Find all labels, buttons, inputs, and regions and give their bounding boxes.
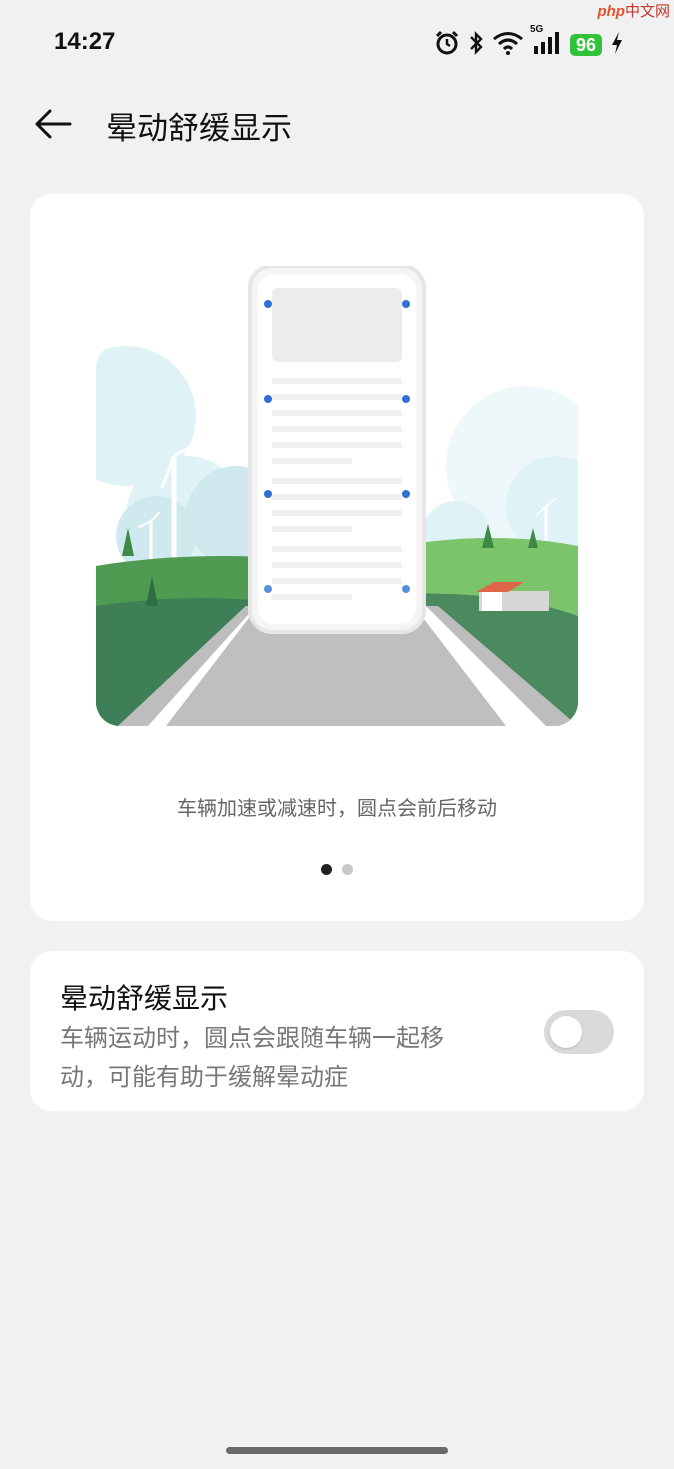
- page-title: 晕动舒缓显示: [106, 111, 292, 147]
- charging-icon: [610, 31, 624, 59]
- status-icons: 5G 96: [434, 24, 624, 60]
- illustration-card: 车辆加速或减速时，圆点会前后移动: [30, 194, 644, 921]
- back-arrow-icon: [35, 109, 72, 139]
- toggle-knob: [550, 1016, 582, 1048]
- home-indicator[interactable]: [226, 1447, 448, 1454]
- setting-card[interactable]: 晕动舒缓显示 车辆运动时，圆点会跟随车辆一起移动，可能有助于缓解晕动症: [30, 951, 644, 1111]
- bluetooth-icon: [468, 30, 484, 60]
- motion-comfort-toggle[interactable]: [544, 1010, 614, 1054]
- app-header: 晕动舒缓显示: [0, 88, 674, 160]
- back-button[interactable]: [28, 104, 76, 144]
- watermark-logo: php中文网: [597, 3, 670, 20]
- setting-description: 车辆运动时，圆点会跟随车辆一起移动，可能有助于缓解晕动症: [60, 1024, 444, 1091]
- status-time: 14:27: [54, 28, 116, 55]
- battery-icon: 96: [569, 34, 602, 56]
- wifi-icon: [492, 31, 524, 59]
- alarm-icon: [434, 30, 460, 60]
- setting-title: 晕动舒缓显示: [60, 982, 229, 1015]
- network-type: 5G: [529, 24, 544, 35]
- page-dot-2[interactable]: [342, 864, 353, 875]
- status-bar: 14:27 5G 96 php中文网: [0, 0, 674, 88]
- signal-icon: 5G: [530, 24, 562, 60]
- motion-illustration: [96, 264, 578, 726]
- page-indicator[interactable]: [30, 864, 644, 875]
- page-dot-1[interactable]: [321, 864, 332, 875]
- illustration-caption: 车辆加速或减速时，圆点会前后移动: [177, 796, 497, 820]
